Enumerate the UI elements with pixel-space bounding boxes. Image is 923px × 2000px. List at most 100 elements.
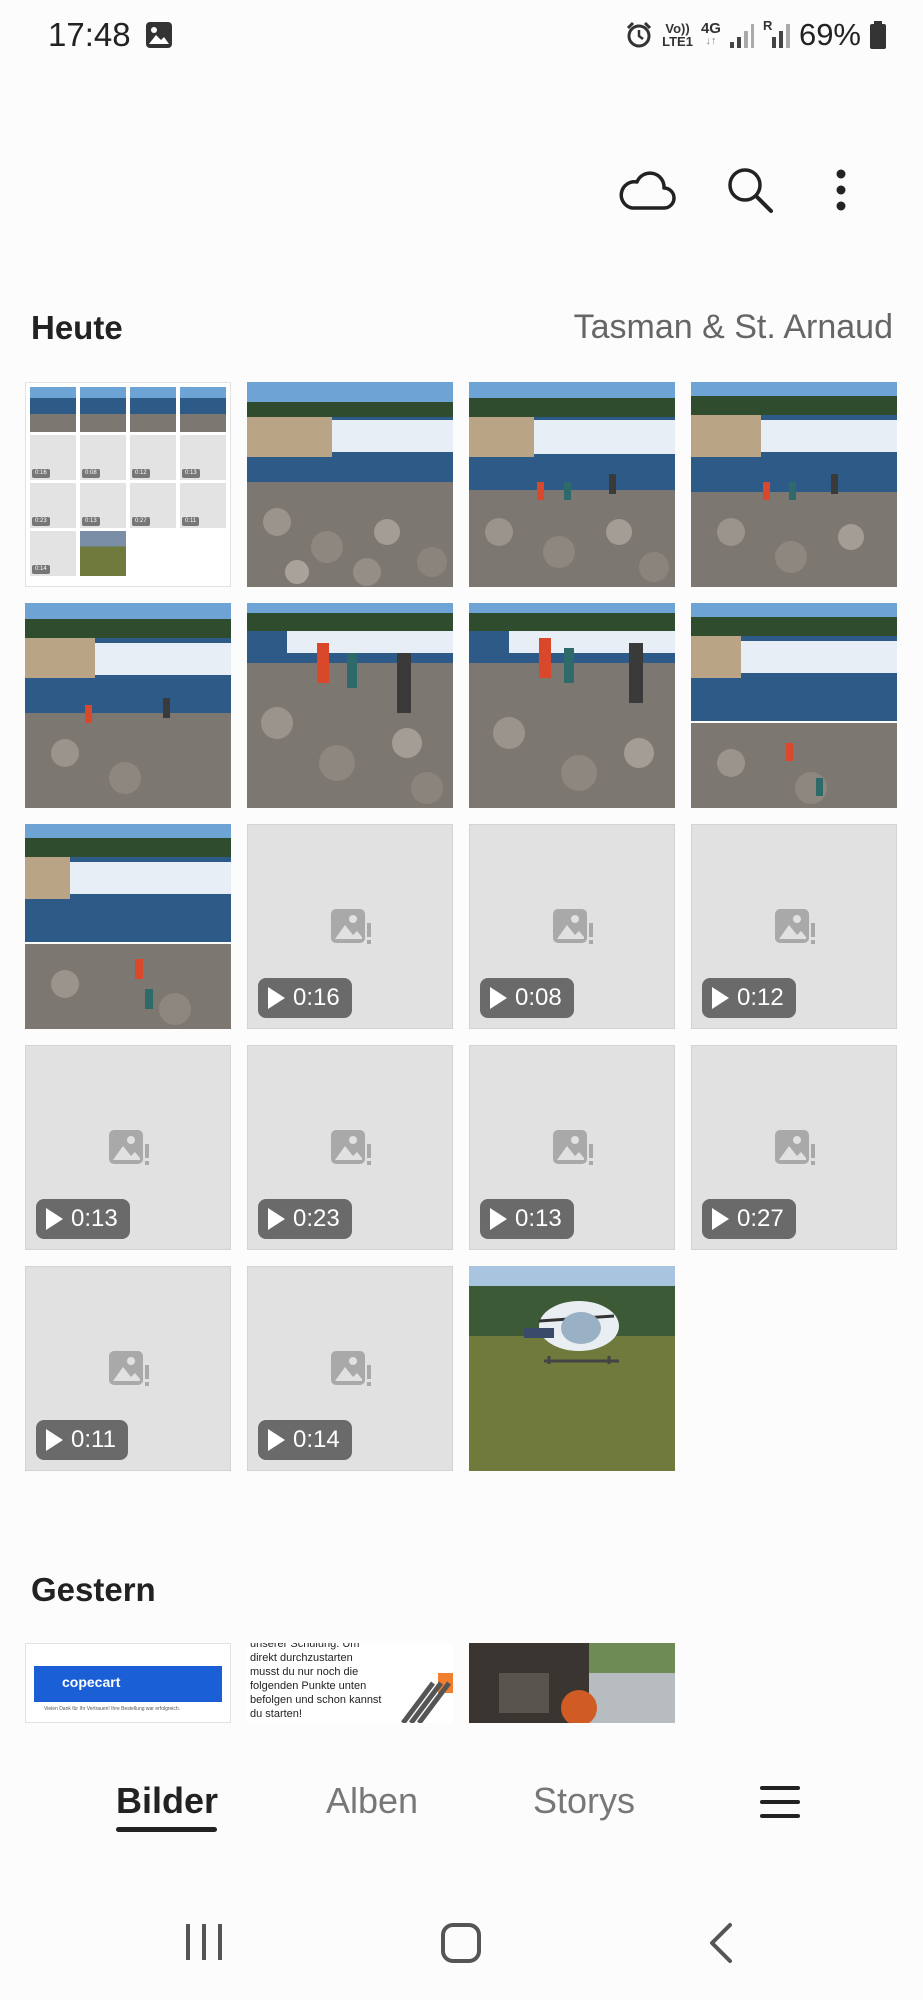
screenshot-text-line: musst du nur noch die [250, 1666, 359, 1678]
photo-thumbnail[interactable] [691, 603, 897, 808]
waterfall-photo [25, 603, 231, 808]
collage-thumbnail[interactable]: 0:16 0:08 0:12 0:13 0:23 0:13 0:27 0:11 0:14 [25, 382, 231, 587]
lte-label: LTE1 [662, 34, 693, 49]
collage-mini-duration: 0:27 [132, 517, 150, 526]
video-duration: 0:14 [293, 1426, 340, 1453]
play-icon [268, 987, 285, 1009]
photo-row-yesterday: copecart Vielen Dank für Ihr Vertrauen! … [25, 1643, 675, 1723]
collage-mini-photo [80, 387, 126, 432]
waterfall-photo [247, 382, 453, 587]
collage-mini-photo [130, 387, 176, 432]
tab-alben[interactable]: Alben [326, 1780, 418, 1822]
play-icon [490, 987, 507, 1009]
photo-thumbnail[interactable] [469, 603, 675, 808]
tab-bilder[interactable]: Bilder [116, 1780, 218, 1822]
search-button[interactable] [720, 160, 780, 220]
home-icon[interactable] [440, 1922, 482, 1964]
photo-thumbnail[interactable] [247, 603, 453, 808]
screenshot-text: unserer Schulung. Um direkt durchzustart… [250, 1643, 382, 1721]
active-tab-indicator [116, 1827, 217, 1832]
striped-graphic [401, 1673, 453, 1723]
video-thumbnail[interactable]: 0:14 [247, 1266, 453, 1471]
photo-thumbnail[interactable] [691, 382, 897, 587]
waterfall-photo [691, 382, 897, 587]
waterfall-photo [469, 382, 675, 587]
menu-button[interactable] [758, 1780, 802, 1824]
collage-mini-grid: 0:16 0:08 0:12 0:13 0:23 0:13 0:27 0:11 0:14 [30, 387, 226, 576]
photo-thumbnail[interactable] [469, 382, 675, 587]
video-thumbnail[interactable]: 0:13 [469, 1045, 675, 1250]
tab-storys[interactable]: Storys [533, 1780, 635, 1822]
photo-thumbnail[interactable] [247, 382, 453, 587]
system-navigation-bar [0, 1875, 923, 2000]
collage-mini-video: 0:16 [30, 435, 76, 480]
photo-thumbnail[interactable] [25, 603, 231, 808]
broken-image-icon [331, 909, 371, 944]
broken-image-icon [331, 1351, 371, 1386]
collage-mini-video: 0:12 [130, 435, 176, 480]
video-thumbnail[interactable]: 0:13 [25, 1045, 231, 1250]
broken-image-icon [553, 909, 593, 944]
video-thumbnail[interactable]: 0:16 [247, 824, 453, 1029]
video-thumbnail[interactable]: 0:08 [469, 824, 675, 1029]
video-duration: 0:16 [293, 984, 340, 1011]
collage-mini-video: 0:14 [30, 531, 76, 576]
waterfall-photo [691, 603, 897, 808]
section-location[interactable]: Tasman & St. Arnaud [574, 308, 893, 347]
video-thumbnail[interactable]: 0:27 [691, 1045, 897, 1250]
video-thumbnail[interactable]: 0:11 [25, 1266, 231, 1471]
video-duration-badge: 0:11 [36, 1420, 128, 1460]
video-duration: 0:08 [515, 984, 562, 1011]
copecart-banner: copecart [34, 1666, 222, 1702]
recent-apps-icon[interactable] [184, 1922, 224, 1962]
cloud-icon [619, 171, 676, 210]
bottom-navigation: Bilder Alben Storys [0, 1725, 923, 1875]
collage-mini-duration: 0:12 [132, 469, 150, 478]
play-icon [712, 1208, 729, 1230]
collage-mini-photo [30, 387, 76, 432]
video-duration-badge: 0:16 [258, 978, 352, 1018]
more-options-button[interactable] [811, 160, 871, 220]
video-duration: 0:11 [71, 1426, 116, 1453]
search-icon [728, 168, 773, 213]
signal-roaming-icon: R [763, 18, 791, 50]
hamburger-menu-icon [760, 1786, 800, 1818]
collage-mini-video: 0:13 [180, 435, 226, 480]
section-title-yesterday: Gestern [31, 1571, 156, 1608]
photo-grid-today: 0:16 0:08 0:12 0:13 0:23 0:13 0:27 0:11 0:14 [25, 382, 898, 1471]
back-icon[interactable] [706, 1922, 736, 1964]
collage-mini-duration: 0:16 [32, 469, 50, 478]
video-duration: 0:27 [737, 1205, 784, 1232]
photo-thumbnail[interactable] [469, 1266, 675, 1471]
screenshot-text-line: unserer Schulung. Um [250, 1643, 360, 1650]
video-duration-badge: 0:13 [36, 1199, 130, 1239]
play-icon [712, 987, 729, 1009]
play-icon [268, 1429, 285, 1451]
screenshot-text-line: direkt durchzustarten [250, 1652, 353, 1664]
screenshot-caption: Vielen Dank für Ihr Vertrauen! Ihre Best… [44, 1706, 181, 1712]
photo-thumbnail[interactable] [469, 1643, 675, 1723]
photo-thumbnail[interactable] [25, 824, 231, 1029]
video-thumbnail[interactable]: 0:12 [691, 824, 897, 1029]
play-icon [46, 1429, 63, 1451]
video-duration-badge: 0:14 [258, 1420, 352, 1460]
4g-icon: 4G ↓↑ [700, 20, 721, 47]
video-thumbnail[interactable]: 0:23 [247, 1045, 453, 1250]
screenshot-text-line: folgenden Punkte unten [250, 1680, 367, 1692]
video-duration-badge: 0:23 [258, 1199, 352, 1239]
collage-mini-duration: 0:23 [32, 517, 50, 526]
collage-mini-photo [180, 387, 226, 432]
collage-mini-video: 0:13 [80, 483, 126, 528]
broken-image-icon [775, 1130, 815, 1165]
video-duration: 0:13 [515, 1205, 562, 1232]
cloud-sync-button[interactable] [617, 160, 677, 220]
screenshot-text-line: befolgen und schon kannst [250, 1694, 382, 1706]
collage-mini-video: 0:11 [180, 483, 226, 528]
broken-image-icon [553, 1130, 593, 1165]
screenshot-thumbnail[interactable]: copecart Vielen Dank für Ihr Vertrauen! … [25, 1643, 231, 1723]
screenshot-thumbnail[interactable]: unserer Schulung. Um direkt durchzustart… [247, 1643, 453, 1723]
video-duration: 0:13 [71, 1205, 118, 1232]
people-on-rocks-photo [469, 603, 675, 808]
signal-icon [729, 24, 754, 48]
gallery-notification-icon [146, 22, 172, 48]
